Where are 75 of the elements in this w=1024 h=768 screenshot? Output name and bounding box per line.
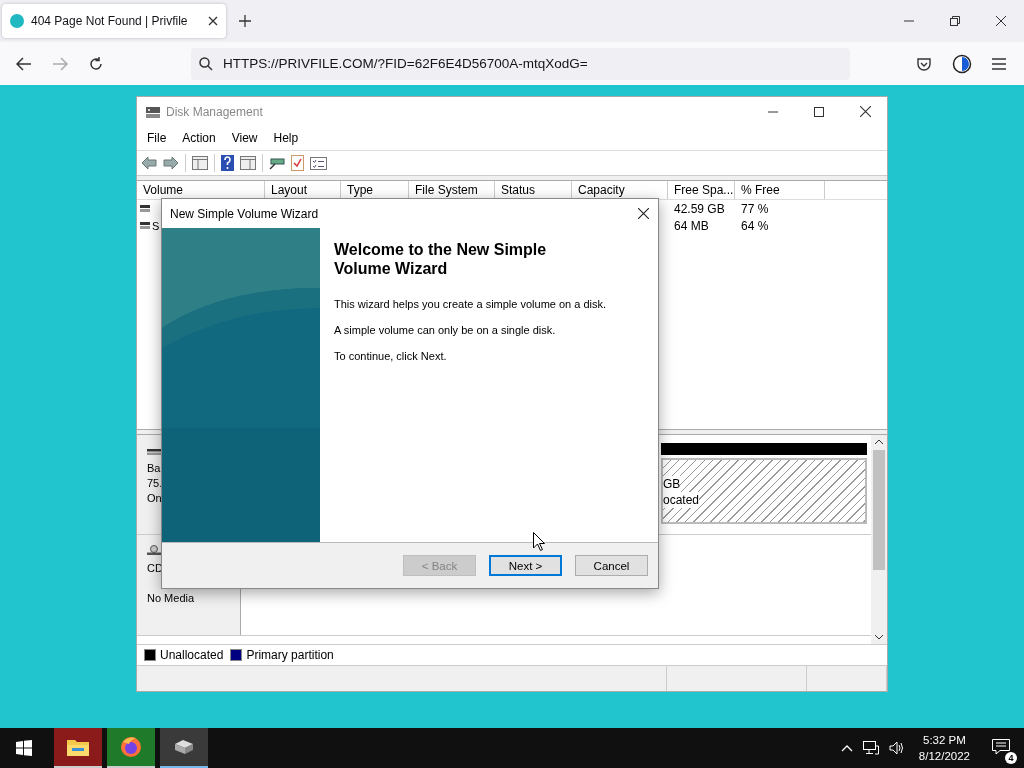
cd-drive-icon xyxy=(147,545,161,555)
taskbar-app[interactable] xyxy=(107,728,155,768)
close-icon[interactable] xyxy=(208,16,218,26)
column-header[interactable]: % Free xyxy=(735,181,825,199)
browser-tab[interactable]: 404 Page Not Found | Privfile xyxy=(2,4,226,38)
close-icon[interactable] xyxy=(638,208,649,219)
time-label: 5:32 PM xyxy=(923,733,966,748)
wizard-text: To continue, click Next. xyxy=(334,350,448,362)
unallocated-partition[interactable]: GB ocated xyxy=(661,458,867,524)
disk-icon xyxy=(145,104,161,119)
close-icon[interactable] xyxy=(860,106,871,117)
site-logo-icon xyxy=(10,14,24,28)
restore-icon[interactable] xyxy=(950,16,960,26)
maximize-icon[interactable] xyxy=(814,106,824,117)
account-icon[interactable] xyxy=(952,53,972,74)
chevron-up-icon[interactable] xyxy=(840,744,853,752)
panel-icon[interactable] xyxy=(240,156,256,170)
table-cell-text: 64 % xyxy=(740,218,770,233)
start-icon[interactable] xyxy=(16,740,32,756)
new-tab-icon[interactable] xyxy=(239,15,251,27)
disk-icon xyxy=(173,738,195,756)
wizard-heading: Welcome to the New Simple Volume Wizard xyxy=(334,240,548,278)
scroll-down-icon[interactable] xyxy=(875,635,883,640)
wizard-text: This wizard helps you create a simple volume on a disk. xyxy=(334,298,608,310)
reload-icon[interactable] xyxy=(88,55,104,72)
menu-item[interactable]: Action xyxy=(174,131,224,145)
taskbar-app[interactable] xyxy=(160,728,208,768)
table-cell-text: 42.59 GB xyxy=(673,201,726,216)
menu-item[interactable]: File xyxy=(139,131,175,145)
menu-item[interactable]: View xyxy=(223,131,266,145)
network-icon[interactable] xyxy=(862,741,879,755)
panel-icon[interactable] xyxy=(192,156,208,170)
clock[interactable]: 5:32 PM 8/12/2022 xyxy=(918,732,970,764)
forward-arrow-icon[interactable] xyxy=(163,156,179,170)
date-label: 8/12/2022 xyxy=(918,749,970,764)
legend-label: Unallocated xyxy=(160,648,224,662)
dialog-title: New Simple Volume Wizard xyxy=(170,206,319,221)
disk-label: No Media xyxy=(147,591,195,606)
scrollbar[interactable] xyxy=(871,435,887,644)
notification-icon[interactable] xyxy=(992,738,1010,755)
checklist-icon[interactable] xyxy=(291,155,304,171)
help-icon[interactable] xyxy=(221,155,234,171)
drive-icon xyxy=(140,222,150,229)
column-header[interactable]: Free Spa... xyxy=(668,181,735,199)
search-icon xyxy=(199,56,213,71)
disk-label: Ba xyxy=(147,461,161,476)
table-cell-text: 77 % xyxy=(740,201,770,216)
menu-item[interactable]: Help xyxy=(265,131,307,145)
back-icon[interactable] xyxy=(16,56,32,71)
close-icon[interactable] xyxy=(996,16,1006,26)
drive-icon[interactable] xyxy=(269,156,285,170)
address-field[interactable]: HTTPS://PRIVFILE.COM/?FID=62F6E4D56700A-mtqXodG= xyxy=(191,47,850,80)
folder-icon xyxy=(67,738,89,756)
notification-count: 4 xyxy=(1005,751,1017,764)
pocket-icon[interactable] xyxy=(916,55,932,72)
wizard-button[interactable]: Next > xyxy=(489,555,562,576)
disk-icon xyxy=(147,449,161,455)
disk-label: 75. xyxy=(147,476,163,491)
scroll-up-icon[interactable] xyxy=(875,439,883,444)
table-cell-text: 64 MB xyxy=(673,218,710,233)
table-cell: S xyxy=(152,219,160,232)
disk-label: On xyxy=(147,491,162,506)
drive-icon xyxy=(140,205,150,212)
browser-icon xyxy=(120,736,142,758)
wizard-button[interactable]: Cancel xyxy=(575,555,648,576)
partition-label: GB xyxy=(663,476,681,492)
wizard-text: A simple volume can only be on a single disk. xyxy=(334,324,557,336)
taskbar-app[interactable] xyxy=(54,728,102,768)
legend-label: Primary partition xyxy=(246,648,334,662)
back-arrow-icon[interactable] xyxy=(141,156,157,170)
window-title: Disk Management xyxy=(166,104,263,119)
menu-icon[interactable] xyxy=(992,57,1006,70)
volume-icon[interactable] xyxy=(888,741,905,755)
partition-label: ocated xyxy=(663,492,700,508)
properties-icon[interactable] xyxy=(310,156,327,170)
